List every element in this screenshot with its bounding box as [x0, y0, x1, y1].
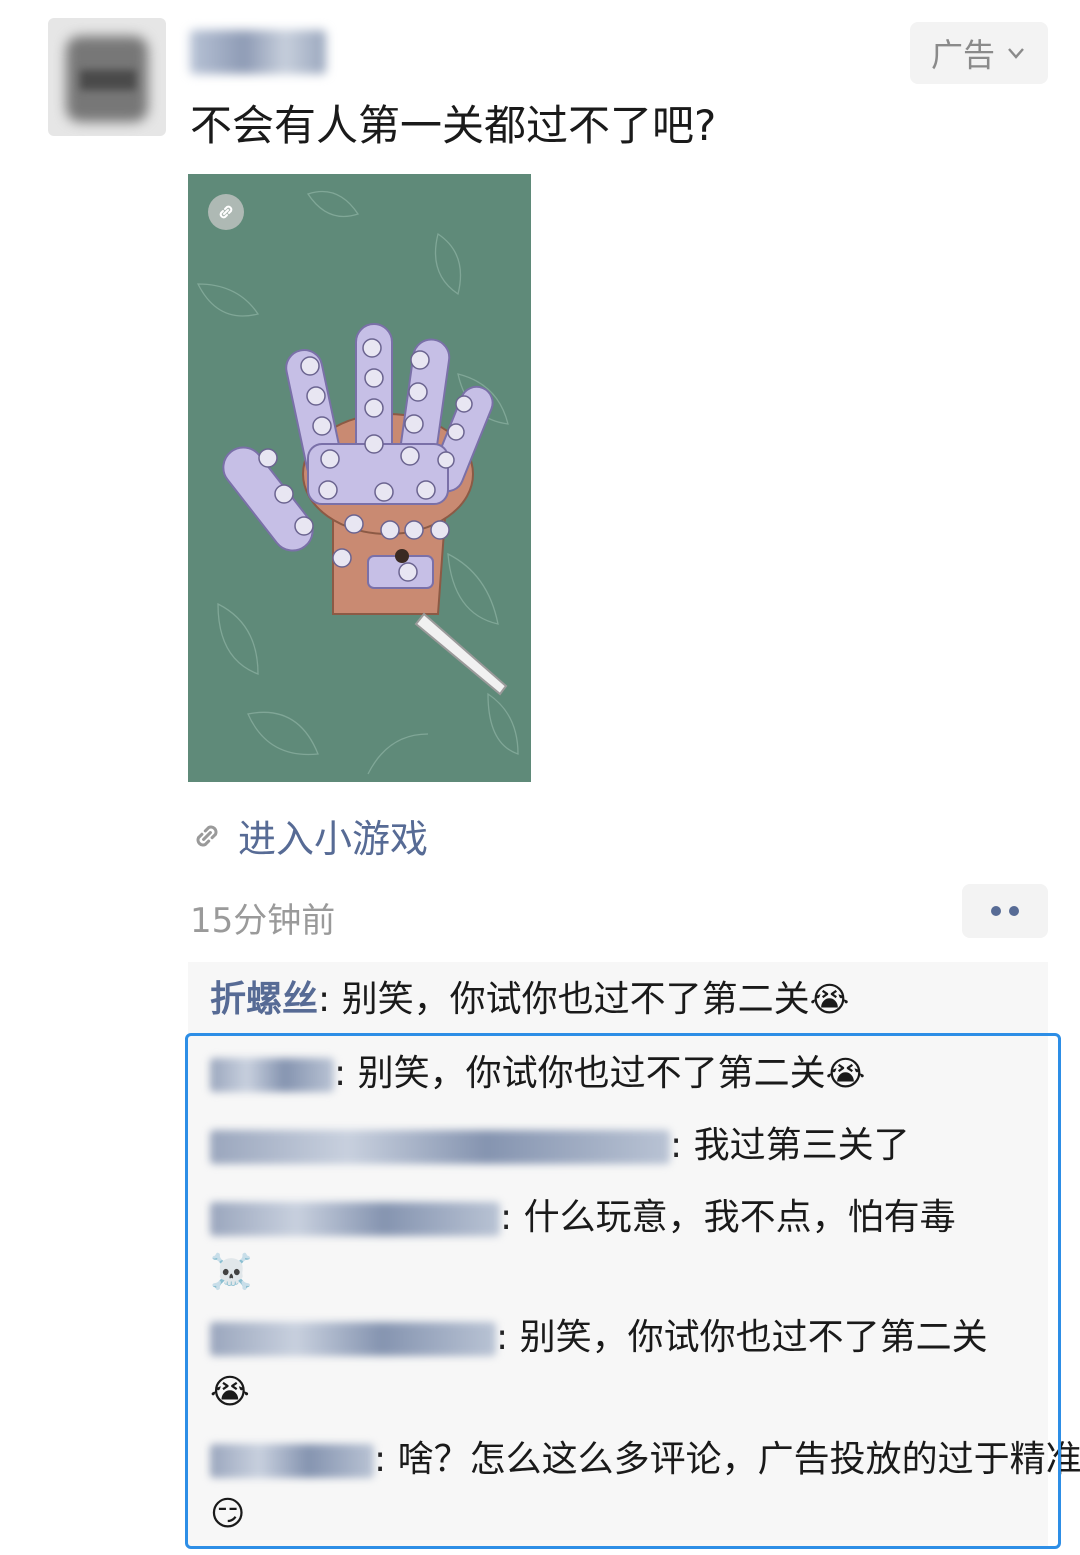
dot — [1009, 906, 1019, 916]
link-icon — [208, 194, 244, 230]
comment-author[interactable]: 折螺丝 — [210, 979, 318, 1020]
mini-game-link[interactable]: 进入小游戏 — [190, 808, 428, 863]
game-card-image[interactable] — [188, 174, 531, 782]
avatar[interactable] — [48, 18, 166, 136]
ad-label-text: 广告 — [930, 36, 995, 74]
ad-label-button[interactable]: 广告 — [910, 22, 1048, 84]
more-dots-icon[interactable] — [962, 884, 1048, 938]
hand-screw-illustration — [196, 190, 519, 775]
poster-name-blurred[interactable] — [190, 30, 326, 74]
post-text: 不会有人第一关都过不了吧? — [190, 101, 717, 150]
dot — [991, 906, 1001, 916]
mini-game-label: 进入小游戏 — [238, 817, 429, 861]
comment-text: 别笑，你试你也过不了第二关 — [341, 979, 810, 1020]
comment-item[interactable]: 折螺丝: 别笑，你试你也过不了第二关😭 — [210, 972, 849, 1028]
chevron-down-icon — [1008, 48, 1024, 59]
crying-emoji-icon: 😭 — [809, 980, 850, 1020]
link-icon — [196, 824, 218, 847]
avatar-blurred-detail — [80, 70, 136, 90]
highlight-box — [185, 1033, 1061, 1549]
post-time: 15分钟前 — [190, 901, 336, 941]
comment-separator: : — [318, 979, 342, 1020]
